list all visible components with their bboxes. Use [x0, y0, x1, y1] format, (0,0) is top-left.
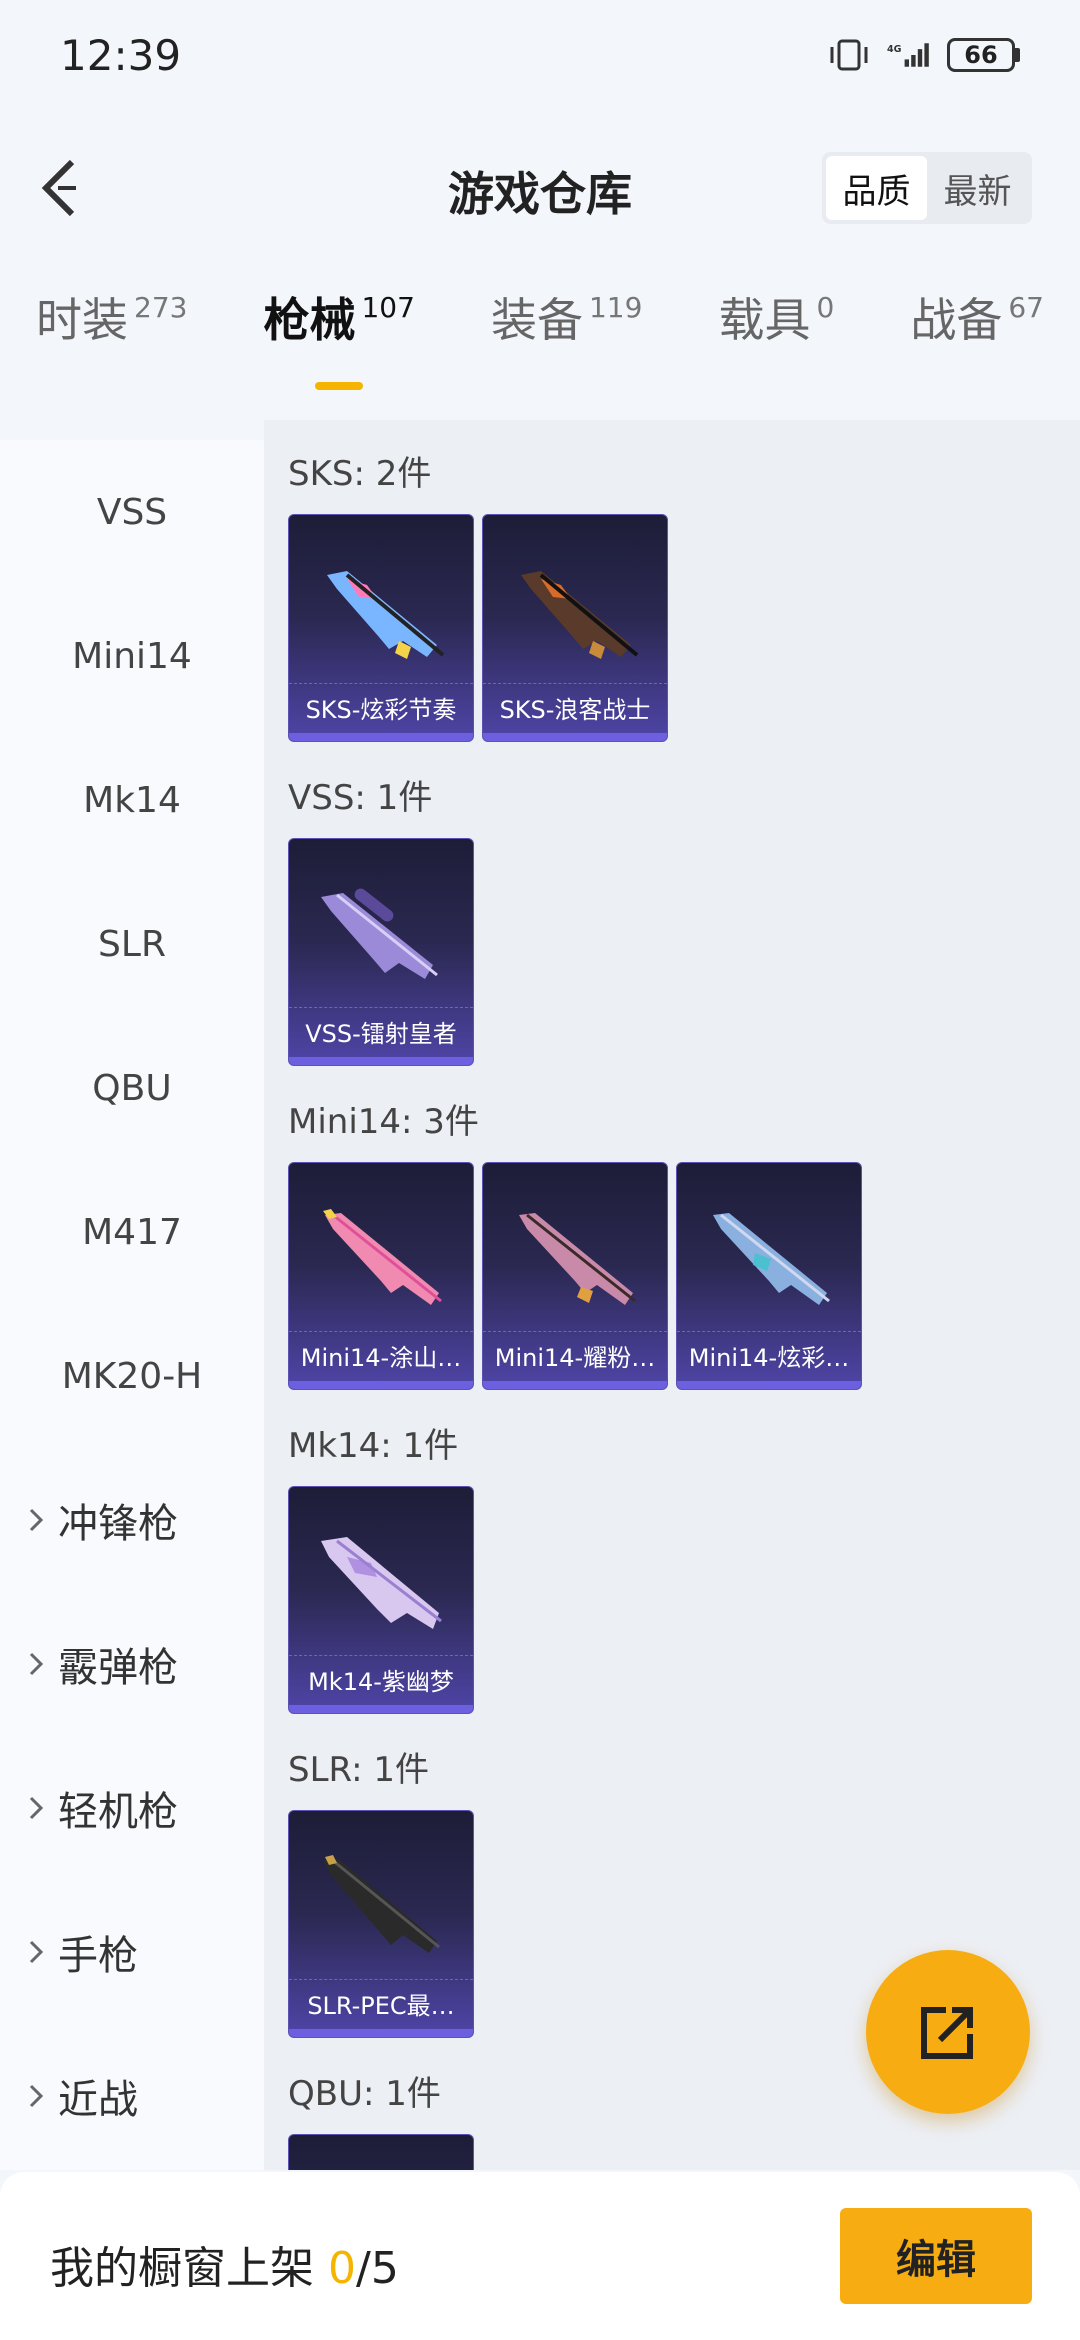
- rifle-icon: [327, 571, 445, 659]
- weapon-card[interactable]: Mini14-耀粉…: [482, 1162, 668, 1390]
- status-bar: 12:39 4G 66: [0, 0, 1080, 110]
- tab-label: 装备: [490, 293, 583, 347]
- tab-label: 战备: [910, 293, 1003, 347]
- active-tab-indicator: [315, 382, 364, 390]
- sidebar-item-qbu[interactable]: QBU: [0, 1016, 264, 1160]
- rifle-icon: [521, 571, 639, 659]
- sidebar-group-label: 霰弹枪: [58, 1645, 178, 1691]
- weapon-card[interactable]: SKS-浪客战士: [482, 514, 668, 742]
- section-title-mini14: Mini14: 3件: [288, 1102, 479, 1142]
- weapon-name: SKS-炫彩节奏: [289, 683, 473, 731]
- sidebar-item-m417[interactable]: M417: [0, 1160, 264, 1304]
- sidebar-item-mini14[interactable]: Mini14: [0, 584, 264, 728]
- share-button[interactable]: [866, 1950, 1030, 2114]
- sidebar-item-vss[interactable]: VSS: [0, 440, 264, 584]
- chevron-right-icon: [29, 2084, 44, 2108]
- section-title-mk14: Mk14: 1件: [288, 1426, 459, 1466]
- signal-icon: 4G: [887, 43, 929, 67]
- sidebar-group-label: 手枪: [58, 1933, 138, 1979]
- weapon-name: Mini14-炫彩…: [677, 1331, 861, 1379]
- sidebar-item-mk14[interactable]: Mk14: [0, 728, 264, 872]
- sidebar-group-smg[interactable]: 冲锋枪: [0, 1448, 264, 1592]
- sort-quality-button[interactable]: 品质: [826, 156, 927, 220]
- status-time: 12:39: [60, 30, 182, 80]
- tab-weapons[interactable]: 枪械 107: [263, 290, 415, 390]
- showcase-total: /5: [356, 2243, 399, 2294]
- sidebar-group-label: 轻机枪: [58, 1789, 178, 1835]
- rifle-icon: [519, 1213, 636, 1305]
- rifle-icon: [321, 1537, 442, 1629]
- section-title-qbu: QBU: 1件: [288, 2074, 441, 2114]
- weapon-name: SKS-浪客战士: [483, 683, 667, 731]
- battery-icon: 66: [947, 38, 1020, 72]
- battery-level: 66: [947, 38, 1015, 72]
- chevron-right-icon: [29, 1652, 44, 1676]
- sort-toggle: 品质 最新: [822, 152, 1032, 224]
- sidebar-group-melee[interactable]: 近战: [0, 2024, 264, 2168]
- weapon-name: VSS-镭射皇者: [289, 1007, 473, 1055]
- chevron-right-icon: [29, 1508, 44, 1532]
- weapon-name: Mini14-耀粉…: [483, 1331, 667, 1379]
- showcase-current-count: 0: [328, 2243, 356, 2294]
- tab-count: 273: [134, 291, 188, 324]
- tab-label: 枪械: [263, 293, 356, 347]
- weapon-name: Mk14-紫幽梦: [289, 1655, 473, 1703]
- sidebar-group-shotgun[interactable]: 霰弹枪: [0, 1592, 264, 1736]
- rifle-icon: [321, 888, 438, 979]
- weapon-card[interactable]: VSS-镭射皇者: [288, 838, 474, 1066]
- section-title-slr: SLR: 1件: [288, 1750, 429, 1790]
- section-title-vss: VSS: 1件: [288, 778, 433, 818]
- tab-count: 67: [1008, 291, 1044, 324]
- rifle-icon: [713, 1213, 830, 1305]
- weapon-card[interactable]: [288, 2134, 474, 2170]
- weapon-card[interactable]: Mini14-涂山…: [288, 1162, 474, 1390]
- showcase-status: 我的橱窗上架 0/5: [50, 2232, 399, 2296]
- status-icons: 4G 66: [827, 37, 1020, 73]
- tab-label: 时装: [36, 293, 128, 347]
- weapon-list: SKS: 2件 SKS-炫彩节奏 SKS-浪客战士 VSS: 1件 VSS-镭射…: [264, 420, 1080, 2170]
- weapon-name: SLR-PEC最…: [289, 1979, 473, 2027]
- category-tabs: 时装 273 枪械 107 装备 119 载具 0 战备 67: [0, 290, 1080, 410]
- showcase-label: 我的橱窗上架: [50, 2243, 314, 2294]
- rifle-icon: [323, 1209, 442, 1305]
- sidebar-item-mk20h[interactable]: MK20-H: [0, 1304, 264, 1448]
- sidebar-item-slr[interactable]: SLR: [0, 872, 264, 1016]
- tab-label: 载具: [718, 293, 811, 347]
- weapon-name: Mini14-涂山…: [289, 1331, 473, 1379]
- tab-count: 0: [816, 291, 835, 324]
- network-label: 4G: [887, 44, 902, 55]
- section-title-sks: SKS: 2件: [288, 454, 432, 494]
- rifle-icon: [323, 1855, 440, 1953]
- tab-count: 119: [588, 291, 643, 324]
- sidebar-group-pistol[interactable]: 手枪: [0, 1880, 264, 2024]
- chevron-right-icon: [29, 1940, 44, 1964]
- weapon-card[interactable]: Mini14-炫彩…: [676, 1162, 862, 1390]
- tab-count: 107: [361, 291, 415, 324]
- weapon-card[interactable]: Mk14-紫幽梦: [288, 1486, 474, 1714]
- tab-equipment[interactable]: 装备 119: [491, 290, 642, 350]
- vibrate-icon: [830, 39, 868, 71]
- edit-button[interactable]: 编辑: [840, 2208, 1032, 2304]
- weapon-card[interactable]: SLR-PEC最…: [288, 1810, 474, 2038]
- share-icon: [921, 2007, 973, 2059]
- sort-newest-button[interactable]: 最新: [927, 156, 1028, 220]
- tab-vehicles[interactable]: 载具 0: [718, 290, 834, 350]
- header: 游戏仓库 品质 最新: [0, 120, 1080, 260]
- tab-supplies[interactable]: 战备 67: [910, 290, 1044, 350]
- weapon-sidebar: VSS Mini14 Mk14 SLR QBU M417 MK20-H 冲锋枪 …: [0, 440, 264, 2170]
- tab-fashion[interactable]: 时装 273: [36, 290, 187, 350]
- weapon-card[interactable]: SKS-炫彩节奏: [288, 514, 474, 742]
- chevron-right-icon: [29, 1796, 44, 1820]
- sidebar-group-label: 近战: [58, 2077, 138, 2123]
- sidebar-group-lmg[interactable]: 轻机枪: [0, 1736, 264, 1880]
- sidebar-group-label: 冲锋枪: [58, 1501, 178, 1547]
- bottom-bar: 我的橱窗上架 0/5 编辑: [0, 2172, 1080, 2340]
